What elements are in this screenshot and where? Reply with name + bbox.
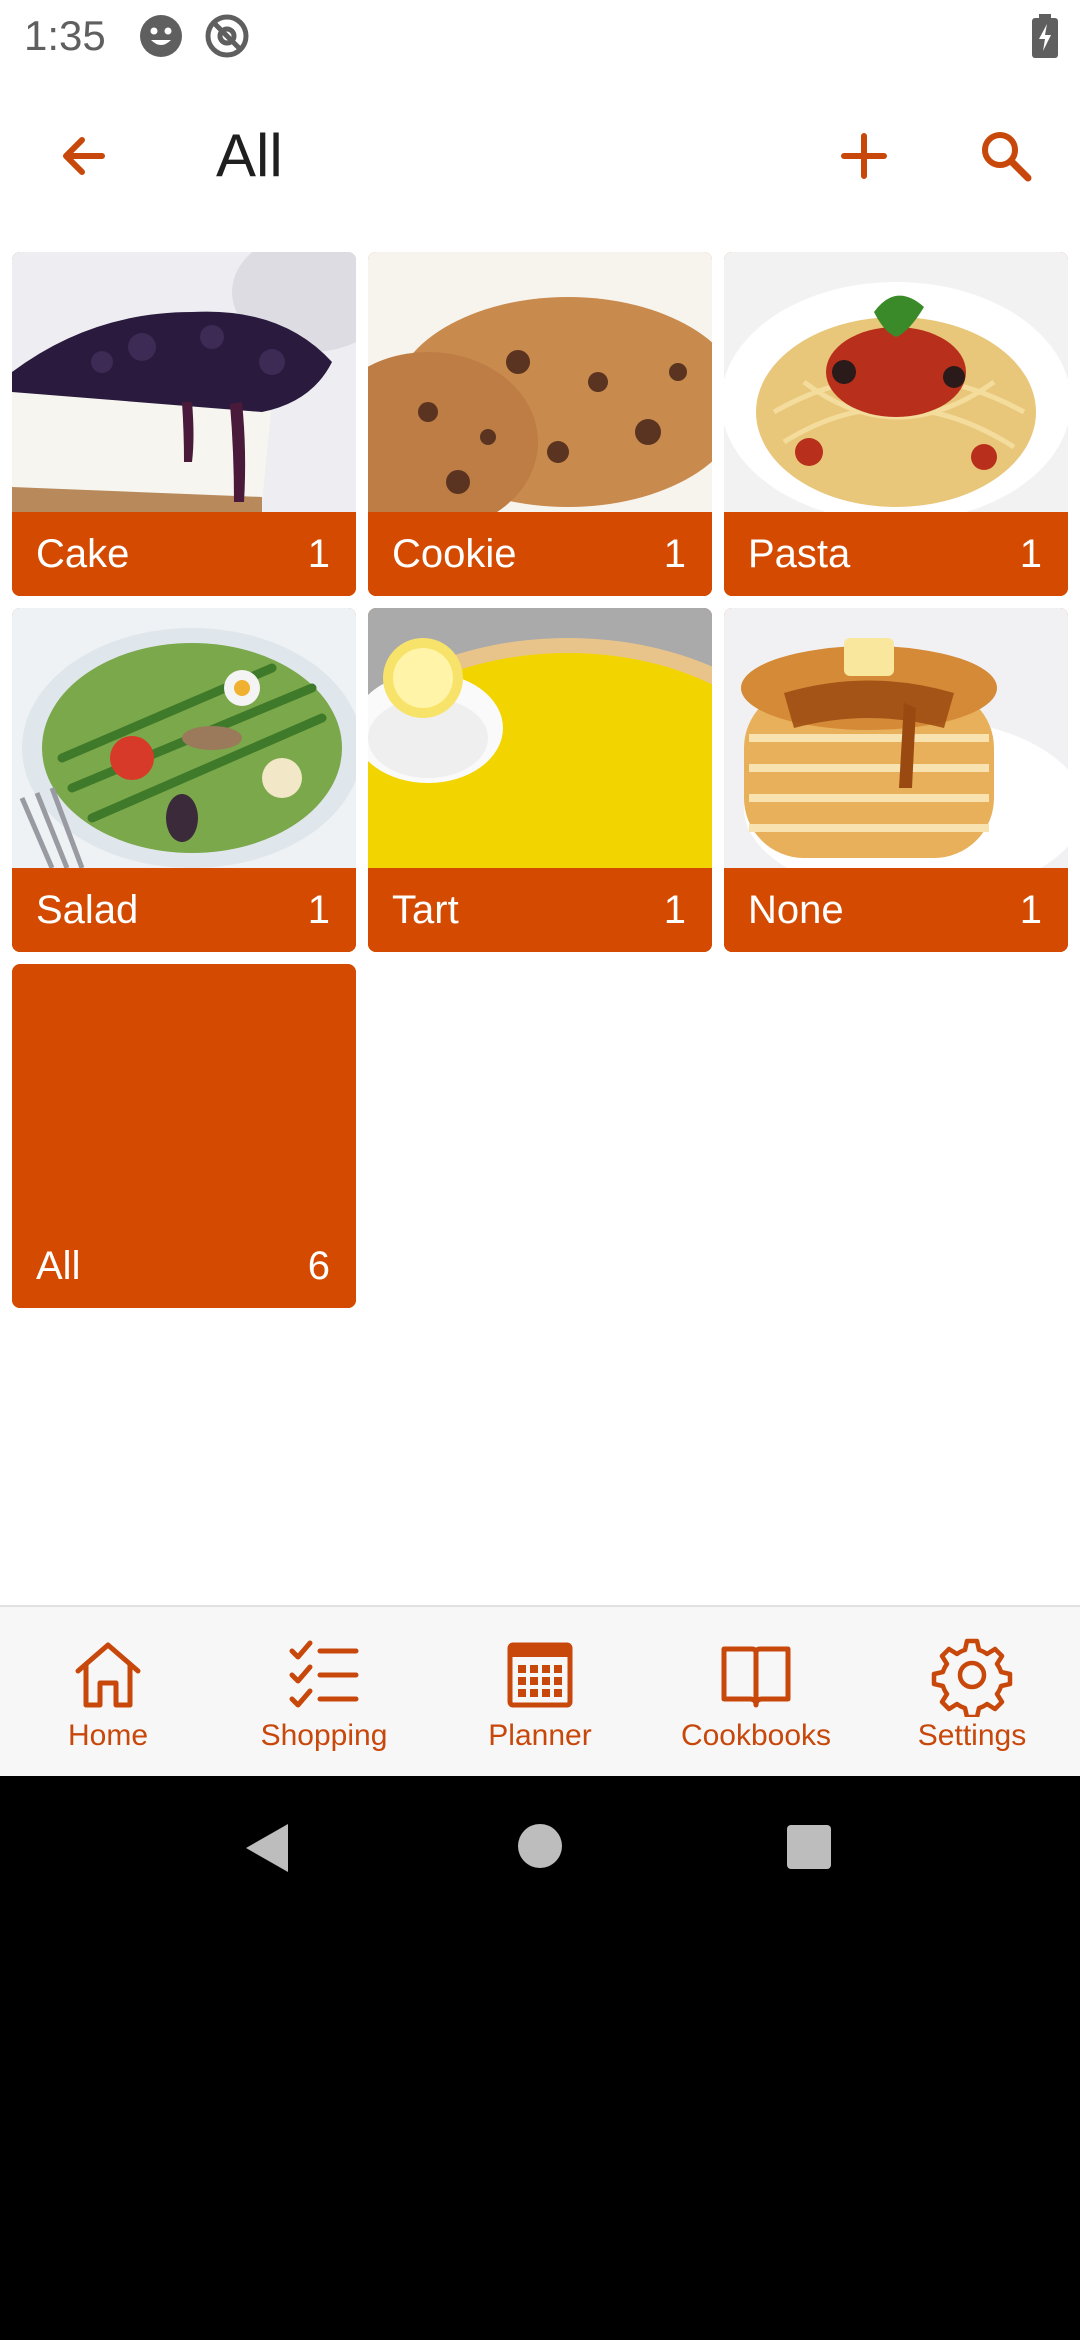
- back-triangle-icon[interactable]: [244, 1822, 290, 1874]
- category-tile-all[interactable]: All 6: [12, 964, 356, 1308]
- home-circle-icon[interactable]: [517, 1823, 563, 1869]
- nav-item-home[interactable]: Home: [0, 1607, 216, 1776]
- face-icon: [140, 15, 182, 57]
- tile-name: None: [748, 888, 844, 932]
- status-bar: 1:35: [0, 0, 1080, 72]
- category-tile-cake[interactable]: Cake 1: [12, 252, 356, 596]
- battery-charging-icon: [1032, 14, 1058, 58]
- nav-label: Shopping: [260, 1719, 388, 1752]
- tile-label-bar: Cookie 1: [368, 512, 712, 596]
- tile-name: Tart: [392, 888, 459, 932]
- add-button[interactable]: [820, 112, 908, 200]
- cake-image: [12, 252, 356, 512]
- home-icon: [75, 1642, 141, 1708]
- gear-icon: [931, 1638, 1013, 1717]
- back-button[interactable]: [40, 112, 128, 200]
- tile-count: 1: [307, 888, 330, 932]
- tile-count: 1: [663, 532, 686, 576]
- recents-square-icon[interactable]: [786, 1824, 832, 1870]
- tile-count: 1: [1019, 532, 1042, 576]
- system-navigation-bar: [0, 1776, 1080, 1920]
- app-bar: All: [0, 72, 1080, 240]
- at-sign-icon: [205, 14, 249, 58]
- pancakes-image: [724, 608, 1068, 868]
- cookie-image: [368, 252, 712, 512]
- checklist-icon: [289, 1640, 359, 1708]
- tile-name: Cookie: [392, 532, 517, 576]
- category-tile-pasta[interactable]: Pasta 1: [724, 252, 1068, 596]
- tile-count: 1: [1019, 888, 1042, 932]
- tile-label-bar: All 6: [12, 1224, 356, 1308]
- arrow-left-icon: [63, 137, 105, 175]
- nav-label: Planner: [488, 1719, 592, 1752]
- nav-label: Settings: [917, 1719, 1027, 1752]
- tart-image: [368, 608, 712, 868]
- tile-label-bar: Cake 1: [12, 512, 356, 596]
- category-tile-tart[interactable]: Tart 1: [368, 608, 712, 952]
- tile-name: Pasta: [748, 532, 851, 576]
- nav-label: Home: [67, 1719, 149, 1752]
- category-tile-none[interactable]: None 1: [724, 608, 1068, 952]
- search-button[interactable]: [962, 112, 1050, 200]
- tile-name: Salad: [36, 888, 139, 932]
- search-icon: [982, 132, 1032, 182]
- nav-item-planner[interactable]: Planner: [432, 1607, 648, 1776]
- tile-count: 6: [307, 1244, 330, 1288]
- nav-item-shopping[interactable]: Shopping: [216, 1607, 432, 1776]
- status-time: 1:35: [24, 12, 106, 59]
- tile-name: All: [36, 1244, 81, 1288]
- salad-image: [12, 608, 356, 868]
- nav-label: Cookbooks: [680, 1719, 832, 1752]
- plus-icon: [841, 133, 887, 179]
- category-tile-salad[interactable]: Salad 1: [12, 608, 356, 952]
- nav-item-settings[interactable]: Settings: [864, 1607, 1080, 1776]
- book-icon: [721, 1646, 791, 1708]
- category-tile-cookie[interactable]: Cookie 1: [368, 252, 712, 596]
- pasta-image: [724, 252, 1068, 512]
- tile-count: 1: [663, 888, 686, 932]
- page-title: All: [216, 122, 283, 189]
- tile-label-bar: None 1: [724, 868, 1068, 952]
- calendar-icon: [507, 1642, 573, 1708]
- tile-label-bar: Tart 1: [368, 868, 712, 952]
- tile-count: 1: [307, 532, 330, 576]
- app-screen: 1:35 All Cake 1 Cookie 1 Pasta 1 Salad 1…: [0, 0, 1080, 1776]
- nav-item-cookbooks[interactable]: Cookbooks: [648, 1607, 864, 1776]
- tile-label-bar: Salad 1: [12, 868, 356, 952]
- tile-label-bar: Pasta 1: [724, 512, 1068, 596]
- tile-name: Cake: [36, 532, 130, 576]
- bottom-navigation: Home Shopping Planner Cookbooks Settings: [0, 1605, 1080, 1776]
